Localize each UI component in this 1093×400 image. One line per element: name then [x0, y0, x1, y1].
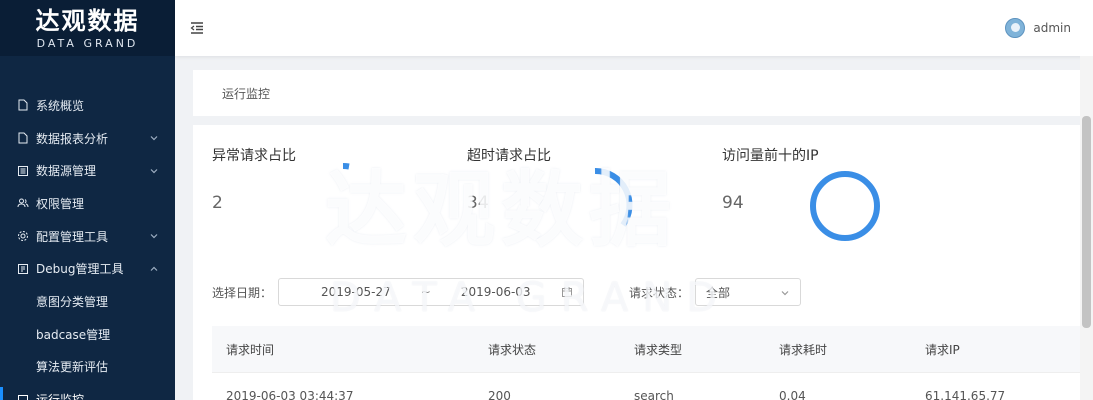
- stat-value: 34: [467, 193, 489, 213]
- top-header: admin: [175, 0, 1093, 56]
- file-icon: [16, 98, 30, 112]
- column-header[interactable]: 请求状态: [488, 341, 536, 358]
- monitor-card: 异常请求占比 2 超时请求占比 34 访问量前十的IP 94 选择日期： 201…: [193, 125, 1080, 400]
- content-area: 运行监控 异常请求占比 2 超时请求占比 34 访问量前十的IP 94 选择日期…: [193, 70, 1080, 400]
- table-row[interactable]: 2019-06-03 03:44:37 200 search 0.04 61.1…: [212, 372, 1080, 400]
- sidebar-item-label: 权限管理: [36, 196, 85, 211]
- ring-arc: [594, 167, 633, 227]
- timeout-ratio-ring: [594, 167, 633, 227]
- menu-fold-icon[interactable]: [189, 20, 205, 36]
- table-cell: 200: [488, 388, 511, 400]
- column-header[interactable]: 请求耗时: [779, 341, 827, 358]
- sidebar-item-monitor[interactable]: 运行监控: [0, 383, 175, 400]
- stat-timeout-ratio: 超时请求占比 34: [467, 145, 551, 213]
- status-select-value: 全部: [706, 285, 731, 300]
- sidebar-item-label: 数据源管理: [36, 164, 97, 179]
- ring-arc: [342, 163, 350, 170]
- stat-title: 超时请求占比: [467, 148, 551, 164]
- breadcrumb-current: 运行监控: [222, 86, 271, 101]
- sidebar-item-label: 系统概览: [36, 98, 85, 113]
- sidebar-item-config[interactable]: 配置管理工具: [0, 220, 175, 253]
- request-table: 请求时间 请求状态 请求类型 请求耗时 请求IP 2019-06-03 03:4…: [212, 326, 1080, 400]
- file-icon: [16, 131, 30, 145]
- scrollbar-thumb[interactable]: [1082, 116, 1091, 328]
- chevron-down-icon: [150, 234, 158, 239]
- breadcrumb: 运行监控: [193, 70, 1080, 116]
- sidebar-item-label: badcase管理: [36, 327, 111, 342]
- chevron-down-icon: [150, 168, 158, 174]
- sidebar-item-badcase[interactable]: badcase管理: [0, 318, 175, 351]
- filter-bar: 选择日期： 2019-05-27 ~ 2019-06-03 请求状态： 全部: [212, 278, 802, 306]
- sidebar-item-overview[interactable]: 系统概览: [0, 89, 175, 122]
- end-date[interactable]: 2019-06-03: [461, 285, 531, 299]
- table-header: 请求时间 请求状态 请求类型 请求耗时 请求IP: [212, 326, 1080, 372]
- date-separator: ~: [420, 285, 431, 299]
- status-select[interactable]: 全部: [695, 278, 802, 306]
- sidebar-item-report[interactable]: 数据报表分析: [0, 122, 175, 155]
- top-ip-ring: [810, 171, 880, 241]
- date-range-picker[interactable]: 2019-05-27 ~ 2019-06-03: [278, 278, 585, 306]
- table-cell: 0.04: [779, 388, 806, 400]
- sidebar-item-intent[interactable]: 意图分类管理: [0, 285, 175, 318]
- chevron-down-icon: [150, 136, 158, 141]
- column-header[interactable]: 请求时间: [226, 341, 274, 358]
- user-name: admin: [1033, 21, 1071, 35]
- brand-name-en: DATA GRAND: [36, 36, 139, 50]
- table-cell: search: [634, 388, 674, 400]
- sidebar-menu: 系统概览 数据报表分析 数据源管理 权限管理 配置管理工具 Debug管理工具: [0, 56, 175, 400]
- table-cell: 2019-06-03 03:44:37: [226, 388, 354, 400]
- sidebar-item-label: Debug管理工具: [36, 262, 124, 277]
- column-header[interactable]: 请求类型: [634, 341, 682, 358]
- chevron-down-icon: [781, 291, 789, 296]
- stat-error-ratio: 异常请求占比 2: [212, 145, 296, 213]
- stat-value: 2: [212, 193, 223, 213]
- list-icon: [16, 164, 30, 178]
- sidebar-item-datasource[interactable]: 数据源管理: [0, 154, 175, 187]
- user-menu[interactable]: admin: [1005, 18, 1071, 38]
- sidebar-item-debug[interactable]: Debug管理工具: [0, 252, 175, 285]
- start-date[interactable]: 2019-05-27: [321, 285, 391, 299]
- date-label: 选择日期：: [212, 285, 273, 300]
- stat-title: 异常请求占比: [212, 148, 296, 164]
- stat-title: 访问量前十的IP: [722, 148, 819, 164]
- sidebar-item-label: 配置管理工具: [36, 229, 109, 244]
- sidebar: 达观数据 DATA GRAND 系统概览 数据报表分析 数据源管理 权限管理 配…: [0, 0, 175, 400]
- debug-icon: [16, 262, 30, 276]
- calendar-icon: [562, 287, 573, 297]
- sidebar-item-permission[interactable]: 权限管理: [0, 187, 175, 220]
- users-icon: [16, 196, 30, 210]
- sidebar-item-label: 意图分类管理: [36, 294, 109, 309]
- sidebar-item-label: 数据报表分析: [36, 131, 109, 146]
- status-label: 请求状态：: [629, 285, 690, 300]
- sidebar-item-algorithm[interactable]: 算法更新评估: [0, 351, 175, 384]
- avatar: [1005, 18, 1026, 38]
- sidebar-item-label: 运行监控: [36, 391, 84, 400]
- error-ratio-ring: [342, 163, 350, 170]
- chevron-up-icon: [150, 266, 158, 271]
- brand-name-cn: 达观数据: [35, 6, 140, 35]
- column-header[interactable]: 请求IP: [925, 341, 960, 358]
- page-scrollbar[interactable]: [1080, 56, 1093, 400]
- table-cell: 61.141.65.77: [925, 388, 1006, 400]
- debug-submenu: 意图分类管理 badcase管理 算法更新评估 运行监控: [0, 285, 175, 400]
- gear-icon: [16, 229, 30, 243]
- monitor-icon: [16, 393, 30, 400]
- sidebar-item-label: 算法更新评估: [36, 360, 109, 375]
- ring-arc: [810, 171, 880, 241]
- brand-logo[interactable]: 达观数据 DATA GRAND: [0, 0, 175, 56]
